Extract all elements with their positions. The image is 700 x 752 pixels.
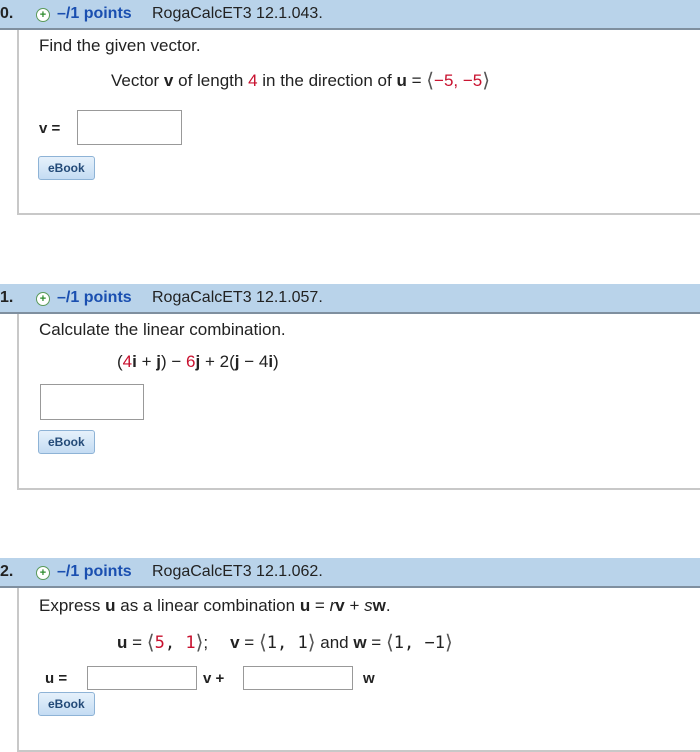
expr-text: − 4 — [239, 352, 269, 371]
left-angle-bracket: ⟨ — [385, 630, 394, 654]
and-text: and — [315, 633, 354, 652]
equals-sign: = — [127, 633, 147, 652]
question-header: 0. + –/1 points RogaCalcET3 12.1.043. — [0, 0, 700, 30]
expr-text: ) — [273, 352, 279, 371]
question-number: 1. — [0, 289, 14, 306]
question-header: 2. + –/1 points RogaCalcET3 12.1.062. — [0, 558, 700, 588]
equals-sign: = — [406, 71, 427, 90]
coefficient: 4 — [122, 352, 133, 371]
plus-sign: + — [344, 596, 365, 615]
v-value: 1, 1 — [266, 633, 308, 653]
statement-text: Vector — [111, 71, 164, 90]
question-prompt: Calculate the linear combination. — [39, 320, 286, 339]
right-angle-bracket: ⟩ — [482, 68, 491, 92]
expr-text: ) − — [160, 352, 187, 371]
w-value: 1, −1 — [393, 633, 445, 653]
vector-w: w — [353, 633, 367, 652]
coefficient: 6 — [186, 352, 196, 371]
prompt-text: Express — [39, 596, 106, 615]
vector-v: v — [335, 596, 345, 615]
vector-u: u — [117, 633, 128, 652]
prompt-text: as a linear combination — [115, 596, 300, 615]
answer-label-u: u = — [45, 670, 68, 687]
length-value: 4 — [248, 71, 258, 90]
vector-u: u — [396, 71, 407, 90]
ebook-button[interactable]: eBook — [38, 156, 95, 180]
right-angle-bracket: ⟩ — [307, 630, 316, 654]
question-prompt: Find the given vector. — [39, 36, 201, 55]
answer-label-v: v + — [203, 670, 225, 687]
problem-id: RogaCalcET3 12.1.062. — [152, 563, 323, 580]
question-body: Find the given vector. Vector v of lengt… — [17, 30, 700, 215]
left-angle-bracket: ⟨ — [426, 68, 435, 92]
points-label: –/1 points — [57, 5, 132, 22]
answer-input-s[interactable] — [243, 666, 353, 690]
question-header: 1. + –/1 points RogaCalcET3 12.1.057. — [0, 284, 700, 314]
equals-sign: = — [366, 633, 386, 652]
semicolon: ; — [203, 633, 209, 652]
separator: , — [164, 633, 186, 653]
statement-text: of length — [173, 71, 249, 90]
vector-u: u — [299, 596, 311, 615]
answer-input-r[interactable] — [87, 666, 197, 690]
expand-plus-icon[interactable]: + — [36, 8, 50, 22]
points-label: –/1 points — [57, 289, 132, 306]
left-angle-bracket: ⟨ — [258, 630, 267, 654]
question-number: 0. — [0, 5, 14, 22]
statement-text: in the direction of — [257, 71, 397, 90]
prompt-text: . — [385, 596, 391, 615]
points-label: –/1 points — [57, 563, 132, 580]
ebook-button[interactable]: eBook — [38, 430, 95, 454]
vector-v: v — [230, 633, 240, 652]
expr-text: + 2( — [200, 352, 235, 371]
vector-w: w — [372, 596, 386, 615]
right-angle-bracket: ⟩ — [444, 630, 453, 654]
scalar-s: s — [364, 596, 373, 615]
question-statement: Vector v of length 4 in the direction of… — [111, 68, 490, 92]
u-component: 5 — [154, 633, 165, 653]
given-vectors: u = ⟨5, 1⟩; v = ⟨1, 1⟩ and w = ⟨1, −1⟩ — [117, 630, 453, 654]
expand-plus-icon[interactable]: + — [36, 566, 50, 580]
left-angle-bracket: ⟨ — [146, 630, 155, 654]
equals-sign: = — [239, 633, 259, 652]
answer-input-v[interactable] — [77, 110, 182, 145]
problem-id: RogaCalcET3 12.1.057. — [152, 289, 323, 306]
equals-sign: = — [310, 596, 330, 615]
answer-label-w: w — [363, 670, 375, 687]
question-number: 2. — [0, 563, 14, 580]
direction-value: −5, −5 — [434, 71, 483, 90]
answer-label-v: v = — [39, 120, 61, 137]
problem-id: RogaCalcET3 12.1.043. — [152, 5, 323, 22]
vector-u: u — [105, 596, 116, 615]
vector-v: v — [163, 71, 174, 90]
question-prompt: Express u as a linear combination u = rv… — [39, 596, 391, 616]
question-body: Calculate the linear combination. (4i + … — [17, 314, 700, 490]
linear-combination-expression: (4i + j) − 6j + 2(j − 4i) — [117, 352, 279, 372]
expr-text: + — [136, 352, 157, 371]
expand-plus-icon[interactable]: + — [36, 292, 50, 306]
u-component: 1 — [185, 633, 196, 653]
question-body: Express u as a linear combination u = rv… — [17, 588, 700, 752]
answer-input[interactable] — [40, 384, 144, 420]
ebook-button[interactable]: eBook — [38, 692, 95, 716]
